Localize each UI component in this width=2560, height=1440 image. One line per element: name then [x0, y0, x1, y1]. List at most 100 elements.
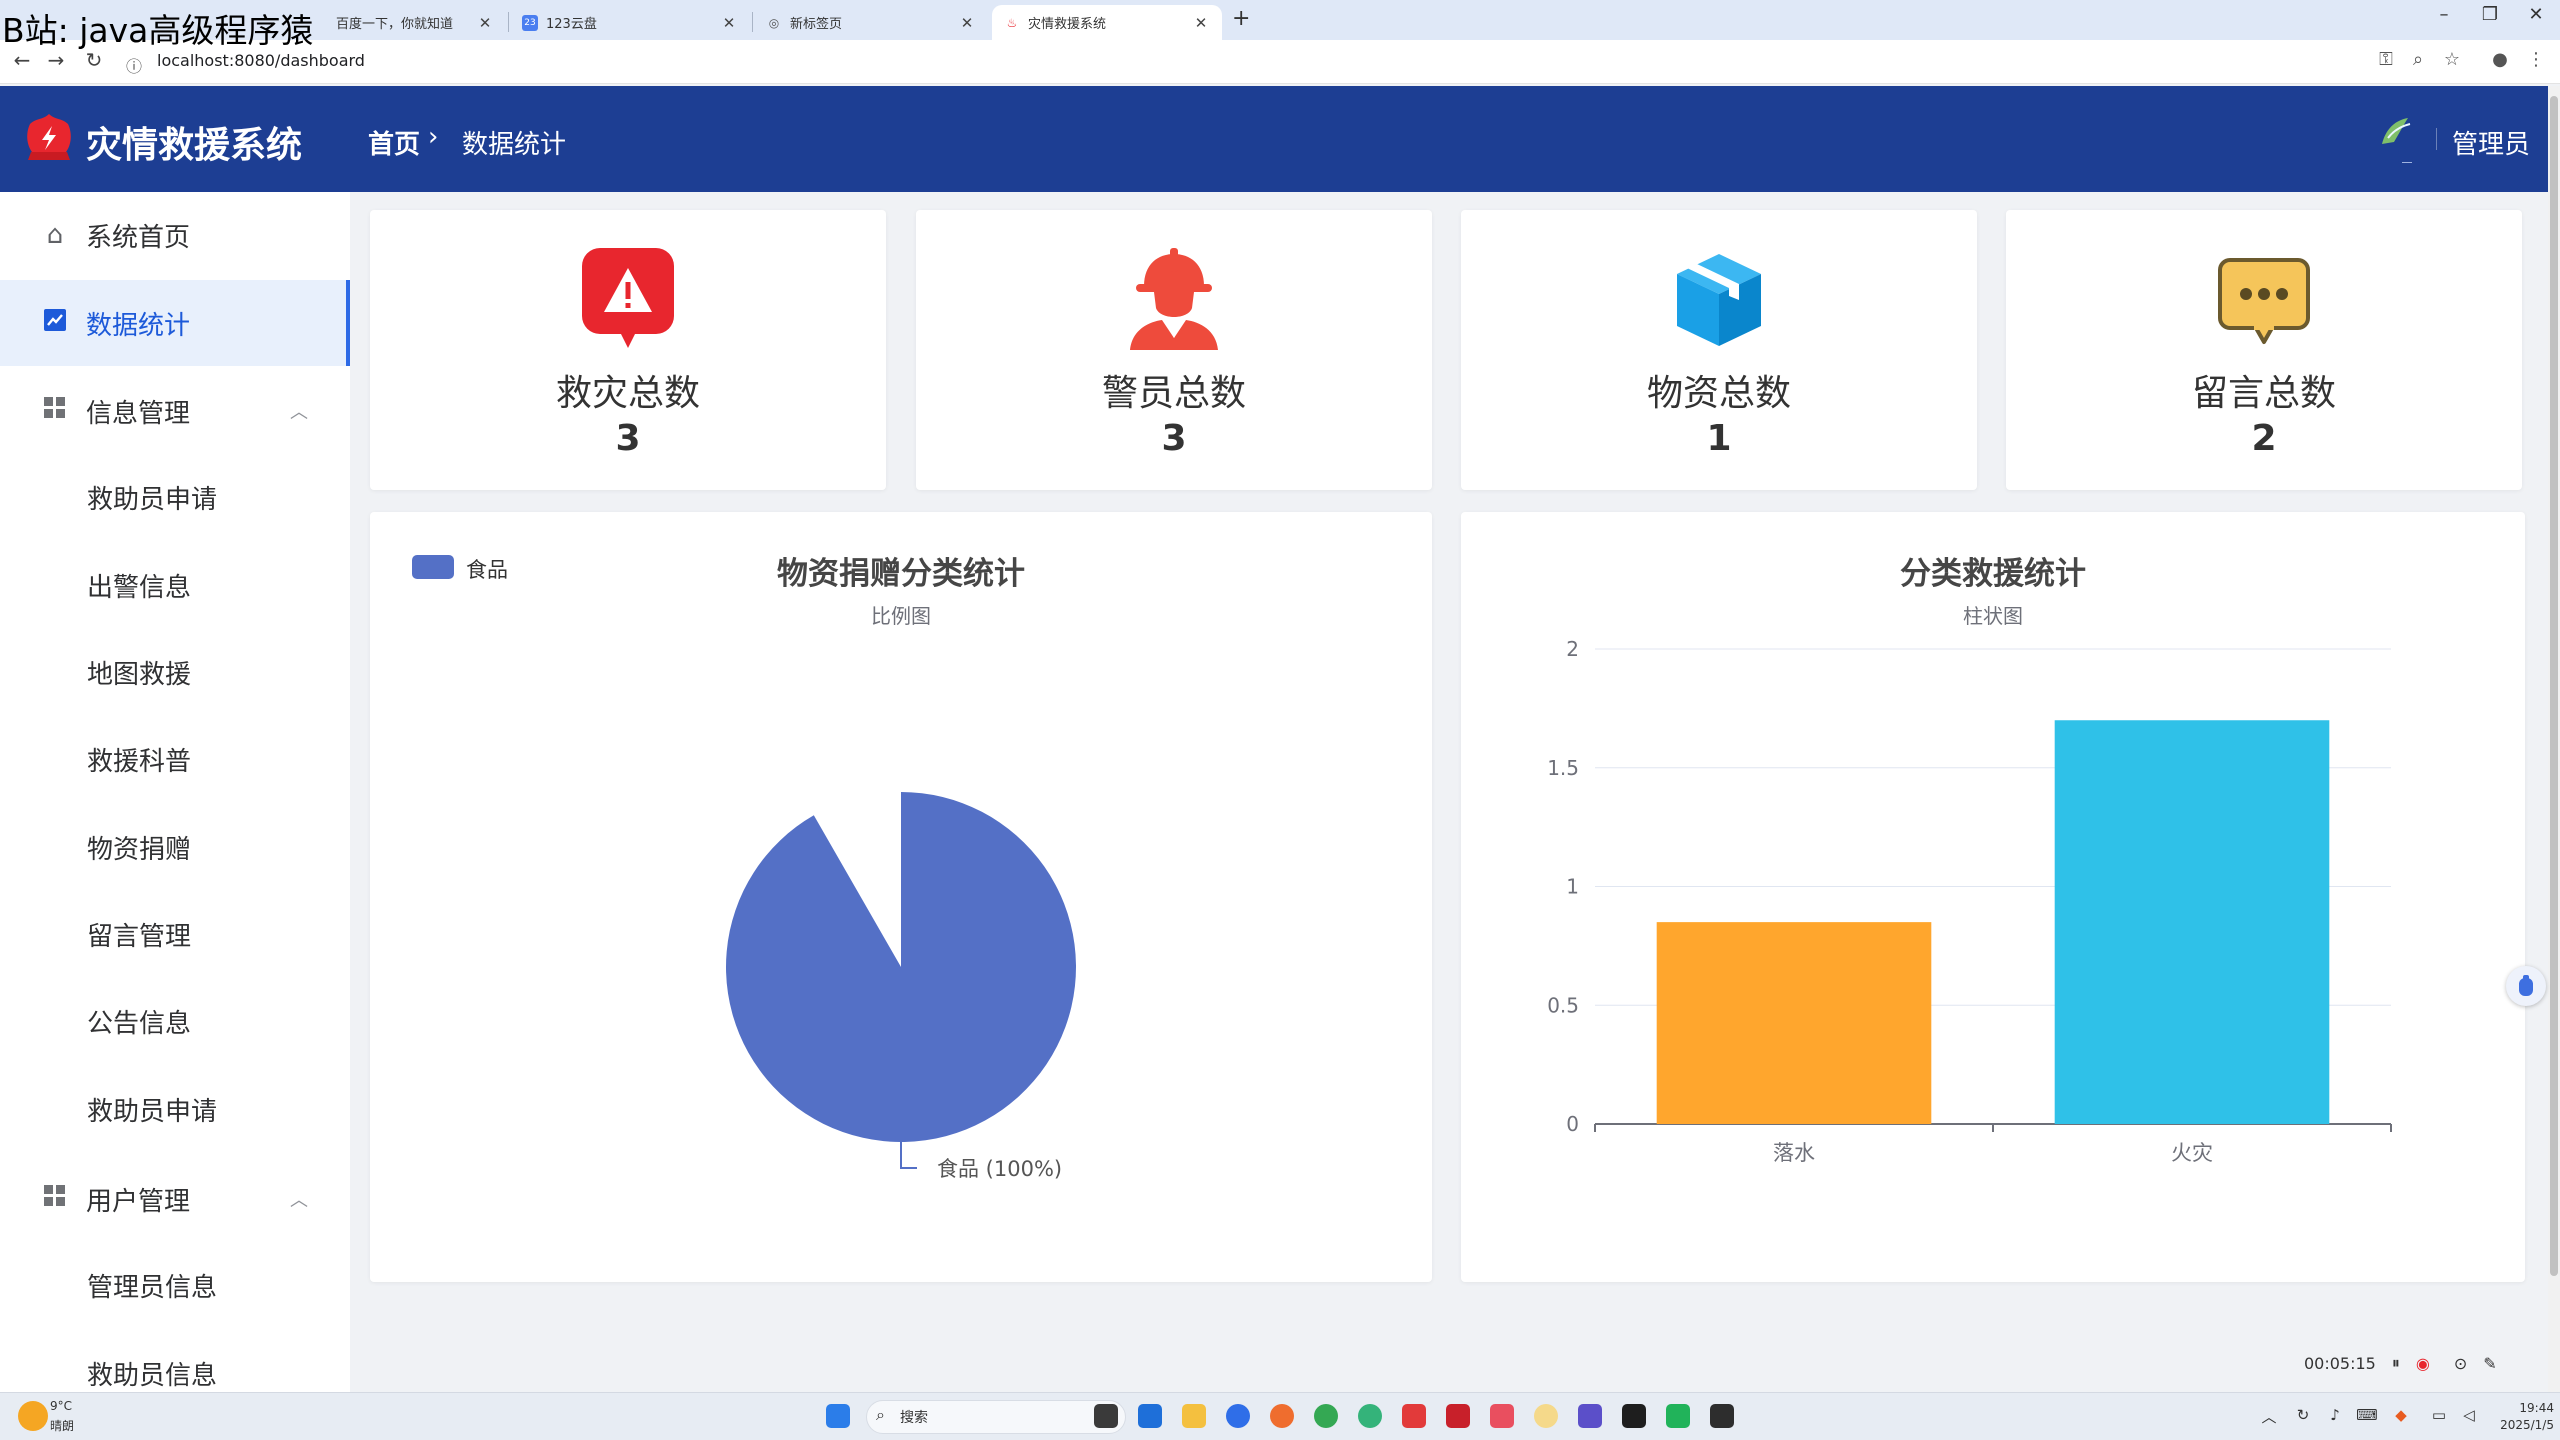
bar-2[interactable] [2054, 720, 2330, 1124]
task-view-icon[interactable] [1094, 1404, 1118, 1428]
edge-icon[interactable] [1358, 1404, 1382, 1428]
breadcrumb-separator-icon: › [428, 122, 439, 152]
sidebar-item-rescuer-apply[interactable]: 救助员申请 [0, 454, 350, 540]
store-icon[interactable] [1138, 1404, 1162, 1428]
zoom-icon[interactable]: ⌕ [2406, 49, 2430, 70]
floating-assistant-button[interactable] [2506, 966, 2546, 1006]
weather-sun-icon[interactable] [18, 1401, 48, 1431]
weather-temperature: 9°C [50, 1399, 73, 1413]
stat-label: 留言总数 [2191, 373, 2336, 414]
network-icon[interactable]: ▭ [2428, 1406, 2450, 1424]
sidebar-item-rescuer-apply-2[interactable]: 救助员申请 [0, 1066, 350, 1152]
tray-expand-icon[interactable]: ︿ [2258, 1406, 2280, 1427]
sidebar-item-map-rescue[interactable]: 地图救援 [0, 629, 350, 715]
sidebar-item-dispatch-info[interactable]: 出警信息 [0, 542, 350, 628]
assistant-icon [2519, 975, 2533, 996]
tab-title: 新标签页 [790, 17, 843, 32]
pie-chart: 食品 (100%) [726, 792, 1076, 1181]
tray-sync-icon[interactable]: ↻ [2292, 1406, 2314, 1424]
admin-name[interactable]: 管理员 [2452, 124, 2530, 161]
password-key-icon[interactable]: ⚿ [2374, 49, 2398, 70]
app-icon-blue-circle[interactable] [1226, 1404, 1250, 1428]
recorder-time: 00:05:15 [2304, 1353, 2376, 1373]
stat-label: 救灾总数 [555, 373, 700, 414]
window-close-icon[interactable]: ✕ [2516, 4, 2556, 25]
minimize-icon[interactable]: – [2424, 4, 2464, 25]
browser-tab-123pan[interactable]: 23 123云盘 ✕ [510, 5, 750, 40]
tab-close-icon[interactable]: ✕ [958, 14, 976, 32]
taskbar-search-label: 搜索 [900, 1410, 928, 1426]
profile-icon[interactable]: ● [2488, 49, 2512, 70]
sidebar-group-info[interactable]: 信息管理 ︿ [0, 368, 350, 454]
sidebar-item-messages[interactable]: 留言管理 [0, 891, 350, 977]
stat-value: 1 [1706, 418, 1732, 459]
stat-label: 物资总数 [1646, 373, 1791, 414]
chrome-icon[interactable] [1314, 1404, 1338, 1428]
chevron-up-icon: ︿ [290, 1190, 308, 1211]
chevron-up-icon: ︿ [290, 402, 308, 423]
tray-app-icon[interactable]: ◆ [2390, 1406, 2412, 1424]
new-tab-plus-icon[interactable]: + [1232, 6, 1250, 31]
bookmark-star-icon[interactable]: ☆ [2440, 49, 2464, 70]
file-explorer-icon[interactable] [1182, 1404, 1206, 1428]
app-title: 灾情救援系统 [86, 125, 303, 166]
wps-icon[interactable] [1402, 1404, 1426, 1428]
pen-icon[interactable]: ✎ [2483, 1354, 2496, 1373]
app-icon-pink[interactable] [1490, 1404, 1514, 1428]
menu-dots-icon[interactable]: ⋮ [2524, 49, 2548, 70]
url-field[interactable]: localhost:8080/dashboard [157, 51, 365, 70]
intellij-icon[interactable] [1622, 1404, 1646, 1428]
taskbar-clock-date[interactable]: 2025/1/5 [2490, 1418, 2554, 1432]
browser-tab-newtab[interactable]: ◎ 新标签页 ✕ [754, 5, 988, 40]
firefox-icon[interactable] [1270, 1404, 1294, 1428]
record-stop-icon[interactable]: ◉ [2416, 1354, 2430, 1373]
app-icon-yellow[interactable] [1534, 1404, 1558, 1428]
y-tick-label: 0 [1566, 1112, 1579, 1136]
restore-icon[interactable]: ❐ [2470, 4, 2510, 25]
tab-close-icon[interactable]: ✕ [1192, 14, 1210, 32]
tab-separator [508, 12, 509, 32]
pie-leader-line [900, 1142, 917, 1169]
browser-tab-active[interactable]: ♨ 灾情救援系统 ✕ [992, 5, 1222, 40]
sidebar-item-home[interactable]: ⌂ 系统首页 [0, 192, 350, 278]
stat-card-officers: 警员总数 3 [916, 210, 1432, 490]
camera-icon[interactable]: ⊙ [2454, 1354, 2467, 1373]
home-icon: ⌂ [46, 220, 64, 250]
app-icon-purple[interactable] [1578, 1404, 1602, 1428]
y-tick-label: 2 [1566, 637, 1579, 661]
microphone-icon[interactable]: ♪ [2324, 1406, 2346, 1424]
app-icon-green[interactable] [1666, 1404, 1690, 1428]
tab-close-icon[interactable]: ✕ [720, 14, 738, 32]
scrollbar-thumb[interactable] [2550, 96, 2558, 1276]
terminal-icon[interactable] [1710, 1404, 1734, 1428]
stat-label: 警员总数 [1101, 373, 1246, 414]
sidebar-item-admin-info[interactable]: 管理员信息 [0, 1242, 350, 1328]
firefighter-icon [1130, 248, 1218, 350]
volume-icon[interactable]: ◁ [2458, 1406, 2480, 1424]
sidebar-item-notices[interactable]: 公告信息 [0, 978, 350, 1064]
sidebar-group-label: 信息管理 [86, 398, 191, 429]
breadcrumb-home-link[interactable]: 首页 [368, 124, 420, 161]
sidebar-item-donation[interactable]: 物资捐赠 [0, 804, 350, 890]
y-tick-label: 0.5 [1547, 993, 1579, 1017]
y-tick-label: 1 [1566, 875, 1579, 899]
pause-icon[interactable]: ⏸ [2392, 1353, 2400, 1373]
windows-start-icon[interactable] [826, 1404, 850, 1428]
browser-address-bar: ← → ↻ ⓘ localhost:8080/dashboard ⚿ ⌕ ☆ ●… [0, 40, 2560, 84]
bar-chart-card: 分类救援统计 柱状图 0 0.5 1 1.5 2 落水 火灾 [1461, 512, 2525, 1282]
pie-slice[interactable] [726, 792, 1076, 1142]
site-info-icon[interactable]: ⓘ [126, 53, 142, 77]
x-tick-label: 落水 [1773, 1141, 1815, 1165]
bar-1[interactable] [1656, 922, 1932, 1124]
sidebar-item-rescuer-info[interactable]: 救助员信息 [0, 1330, 350, 1392]
app-icon-red[interactable] [1446, 1404, 1470, 1428]
tray-keyboard-icon[interactable]: ⌨ [2356, 1406, 2378, 1424]
sidebar-group-users[interactable]: 用户管理 ︿ [0, 1156, 350, 1242]
app-header: 灾情救援系统 首页 › 数据统计 管理员 [0, 86, 2548, 192]
avatar[interactable] [2374, 108, 2418, 168]
tab-close-icon[interactable]: ✕ [476, 14, 494, 32]
sidebar-item-stats[interactable]: 数据统计 [0, 280, 350, 366]
sidebar-item-rescue-science[interactable]: 救援科普 [0, 716, 350, 802]
taskbar-clock-time[interactable]: 19:44 [2494, 1401, 2554, 1415]
sidebar-group-label: 用户管理 [86, 1186, 191, 1217]
